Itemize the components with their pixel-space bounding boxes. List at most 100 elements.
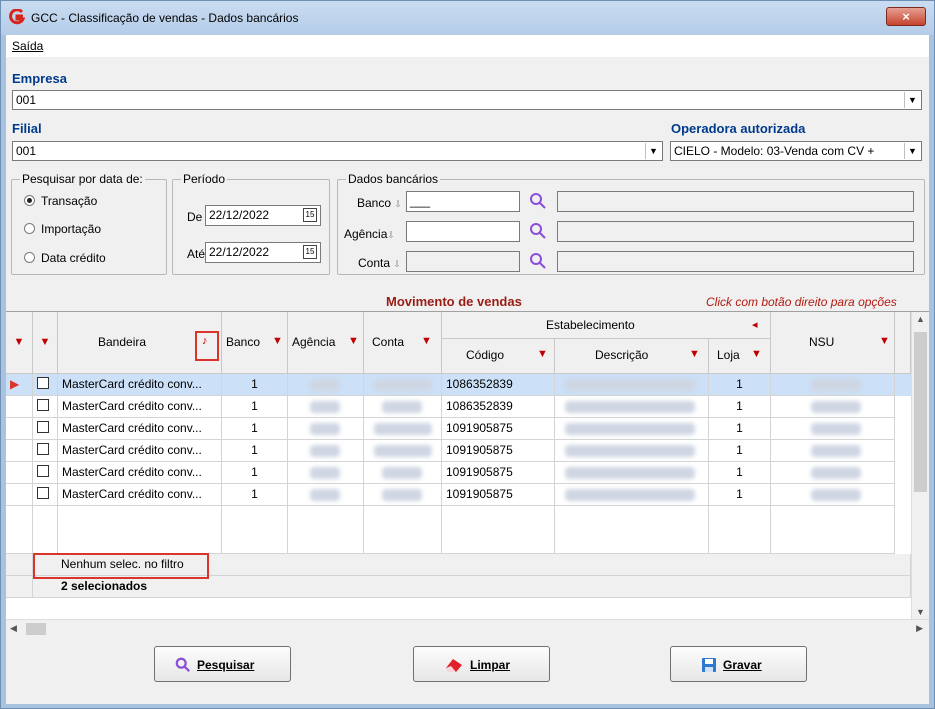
pesquisar-button[interactable]: Pesquisar	[154, 646, 291, 682]
radio-selected-icon	[24, 195, 35, 206]
cell-conta	[364, 418, 442, 440]
scroll-thumb[interactable]	[914, 332, 927, 492]
column-loja-label: Loja	[717, 348, 740, 362]
conta-input[interactable]	[406, 251, 520, 272]
operadora-label: Operadora autorizada	[671, 121, 806, 136]
cell-banco: 1	[222, 396, 288, 418]
banco-input[interactable]: ___	[406, 191, 520, 212]
eraser-icon	[446, 659, 462, 672]
column-agencia[interactable]: Agência ▼	[288, 312, 364, 374]
row-checkbox[interactable]	[33, 374, 58, 396]
chevron-down-icon[interactable]: ▼	[904, 143, 920, 159]
cell-loja: 1	[709, 374, 771, 396]
row-checkbox[interactable]	[33, 396, 58, 418]
cell-loja: 1	[709, 462, 771, 484]
column-conta[interactable]: Conta ▼	[364, 312, 442, 374]
scroll-thumb[interactable]	[26, 623, 46, 635]
estabelecimento-label: Estabelecimento	[546, 318, 635, 332]
empresa-select[interactable]: 001 ▼	[12, 90, 922, 110]
table-row[interactable]: MasterCard crédito conv... 1 1091905875 …	[6, 484, 911, 506]
table-row[interactable]: MasterCard crédito conv... 1 1091905875 …	[6, 418, 911, 440]
cell-agencia	[288, 374, 364, 396]
calendar-icon[interactable]: 15	[303, 245, 317, 259]
close-button[interactable]: ×	[886, 7, 926, 26]
cell-descricao	[555, 462, 709, 484]
conta-label: Conta ⇩	[358, 256, 401, 270]
cell-loja: 1	[709, 484, 771, 506]
empresa-value: 001	[16, 93, 37, 107]
operadora-value: CIELO - Modelo: 03-Venda com CV +	[674, 144, 875, 158]
de-label: De	[187, 210, 203, 224]
filial-select[interactable]: 001 ▼	[12, 141, 663, 161]
column-banco[interactable]: Banco ▼	[222, 312, 288, 374]
column-descricao-label: Descrição	[595, 348, 649, 362]
date-de-value: 22/12/2022	[209, 208, 270, 222]
search-icon	[175, 657, 191, 673]
column-group-estabelecimento: Estabelecimento ◂	[442, 312, 771, 339]
app-window: GCC - Classificação de vendas - Dados ba…	[0, 0, 935, 709]
filter-icon: ▼	[689, 348, 700, 360]
table-row[interactable]: MasterCard crédito conv... 1 1091905875 …	[6, 440, 911, 462]
column-agencia-label: Agência	[292, 335, 336, 349]
scroll-right-icon: ▶	[916, 623, 923, 633]
cell-bandeira: MasterCard crédito conv...	[58, 396, 222, 418]
column-nsu[interactable]: NSU ▼	[771, 312, 895, 374]
radio-label: Importação	[41, 222, 102, 236]
column-codigo[interactable]: Código ▼	[442, 339, 555, 374]
radio-importacao[interactable]: Importação	[24, 222, 101, 236]
table-row[interactable]: MasterCard crédito conv... 1 1091905875 …	[6, 462, 911, 484]
filter-icon: ▼	[39, 336, 51, 348]
row-checkbox[interactable]	[33, 440, 58, 462]
calendar-icon[interactable]: 15	[303, 208, 317, 222]
pesquisar-title: Pesquisar por data de:	[20, 172, 145, 186]
row-pointer-icon: ▶	[6, 374, 33, 396]
scroll-left-icon: ◀	[10, 623, 17, 633]
cell-loja: 1	[709, 396, 771, 418]
operadora-select[interactable]: CIELO - Modelo: 03-Venda com CV + ▼	[670, 141, 922, 161]
gravar-button[interactable]: Gravar	[670, 646, 807, 682]
limpar-button[interactable]: Limpar	[413, 646, 550, 682]
summary-row-text: 2 selecionados	[33, 576, 911, 598]
header-indicator[interactable]: ▼	[6, 312, 33, 374]
radio-icon	[24, 252, 35, 263]
radio-data-credito[interactable]: Data crédito	[24, 251, 106, 265]
ate-label: Até	[187, 247, 206, 261]
row-checkbox[interactable]	[33, 462, 58, 484]
radio-transacao[interactable]: Transação	[24, 194, 97, 208]
agencia-input[interactable]	[406, 221, 520, 242]
cell-codigo: 1086352839	[442, 374, 555, 396]
column-loja[interactable]: Loja ▼	[709, 339, 771, 374]
cell-banco: 1	[222, 440, 288, 462]
header-check[interactable]: ▼	[33, 312, 58, 374]
grid-caption: Movimento de vendas Click com botão dire…	[6, 291, 929, 311]
search-icon[interactable]	[529, 222, 547, 240]
search-icon[interactable]	[529, 192, 547, 210]
periodo-title: Período	[181, 172, 228, 186]
radio-label: Transação	[41, 194, 98, 208]
cell-descricao	[555, 484, 709, 506]
search-icon[interactable]	[529, 252, 547, 270]
grid-hint: Click com botão direito para opções	[706, 295, 897, 309]
table-row[interactable]: MasterCard crédito conv... 1 1086352839 …	[6, 396, 911, 418]
date-de-input[interactable]: 22/12/2022 15	[205, 205, 321, 226]
vertical-scrollbar[interactable]: ▲ ▼	[911, 312, 929, 619]
client-area: Saída Empresa 001 ▼ Filial 001 ▼ Operado…	[6, 35, 929, 704]
table-row[interactable]: ▶ MasterCard crédito conv... 1 108635283…	[6, 374, 911, 396]
row-checkbox[interactable]	[33, 418, 58, 440]
app-logo-icon	[9, 9, 25, 25]
cell-nsu	[771, 418, 895, 440]
cell-conta	[364, 462, 442, 484]
cell-loja: 1	[709, 418, 771, 440]
gravar-label: Gravar	[723, 658, 762, 672]
cell-loja: 1	[709, 440, 771, 462]
cell-bandeira: MasterCard crédito conv...	[58, 418, 222, 440]
horizontal-scrollbar[interactable]: ◀ ▶	[6, 619, 929, 636]
date-ate-input[interactable]: 22/12/2022 15	[205, 242, 321, 263]
cell-banco: 1	[222, 484, 288, 506]
chevron-down-icon[interactable]: ▼	[645, 143, 661, 159]
row-checkbox[interactable]	[33, 484, 58, 506]
column-descricao[interactable]: Descrição ▼	[555, 339, 709, 374]
filter-row-highlight	[33, 553, 209, 579]
chevron-down-icon[interactable]: ▼	[904, 92, 920, 108]
menu-saida[interactable]: Saída	[12, 39, 43, 53]
